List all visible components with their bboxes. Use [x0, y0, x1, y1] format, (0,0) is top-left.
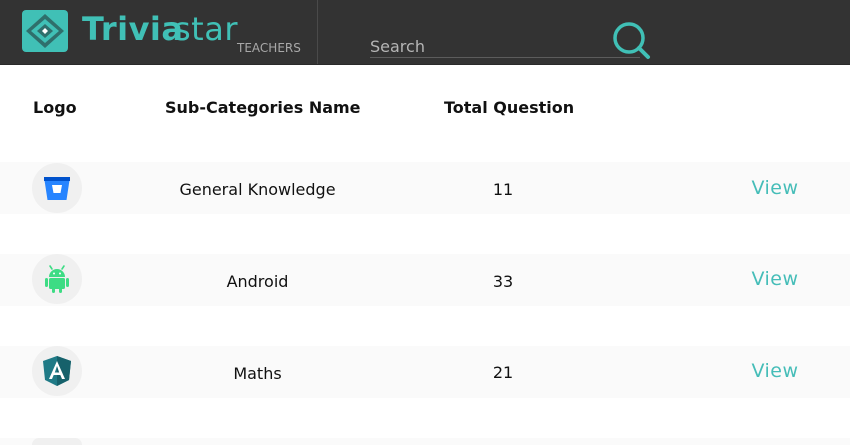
angular-icon [43, 356, 71, 386]
table-row [0, 438, 850, 445]
table-row: General Knowledge 11 View [0, 162, 850, 214]
android-icon [45, 265, 69, 293]
question-count: 33 [492, 272, 514, 291]
question-count: 21 [492, 363, 514, 382]
row-logo [32, 163, 82, 213]
question-count: 11 [492, 180, 514, 199]
row-logo [32, 438, 82, 445]
row-logo [32, 254, 82, 304]
row-logo [32, 346, 82, 396]
table-row: Android 33 View [0, 254, 850, 306]
view-button[interactable]: View [740, 177, 810, 199]
top-navbar: Trivia star TEACHERS [0, 0, 850, 65]
search-input[interactable] [370, 35, 640, 58]
column-header-total: Total Question [444, 98, 575, 117]
column-header-name: Sub-Categories Name [165, 98, 361, 117]
view-button[interactable]: View [740, 268, 810, 290]
column-header-logo: Logo [33, 98, 77, 117]
trivia-star-logo-icon[interactable] [21, 9, 69, 53]
brand-name-light: star [174, 10, 238, 48]
bitbucket-icon [44, 177, 70, 200]
table-row: Maths 21 View [0, 346, 850, 398]
subcategory-name: General Knowledge [179, 180, 336, 199]
view-button[interactable]: View [740, 360, 810, 382]
subcategory-name: Maths [233, 364, 282, 383]
header-divider [317, 0, 318, 64]
search-icon[interactable] [610, 20, 652, 60]
brand-name-strong: Trivia [82, 10, 184, 48]
subcategory-name: Android [226, 272, 289, 291]
brand-subtitle: TEACHERS [237, 41, 301, 55]
